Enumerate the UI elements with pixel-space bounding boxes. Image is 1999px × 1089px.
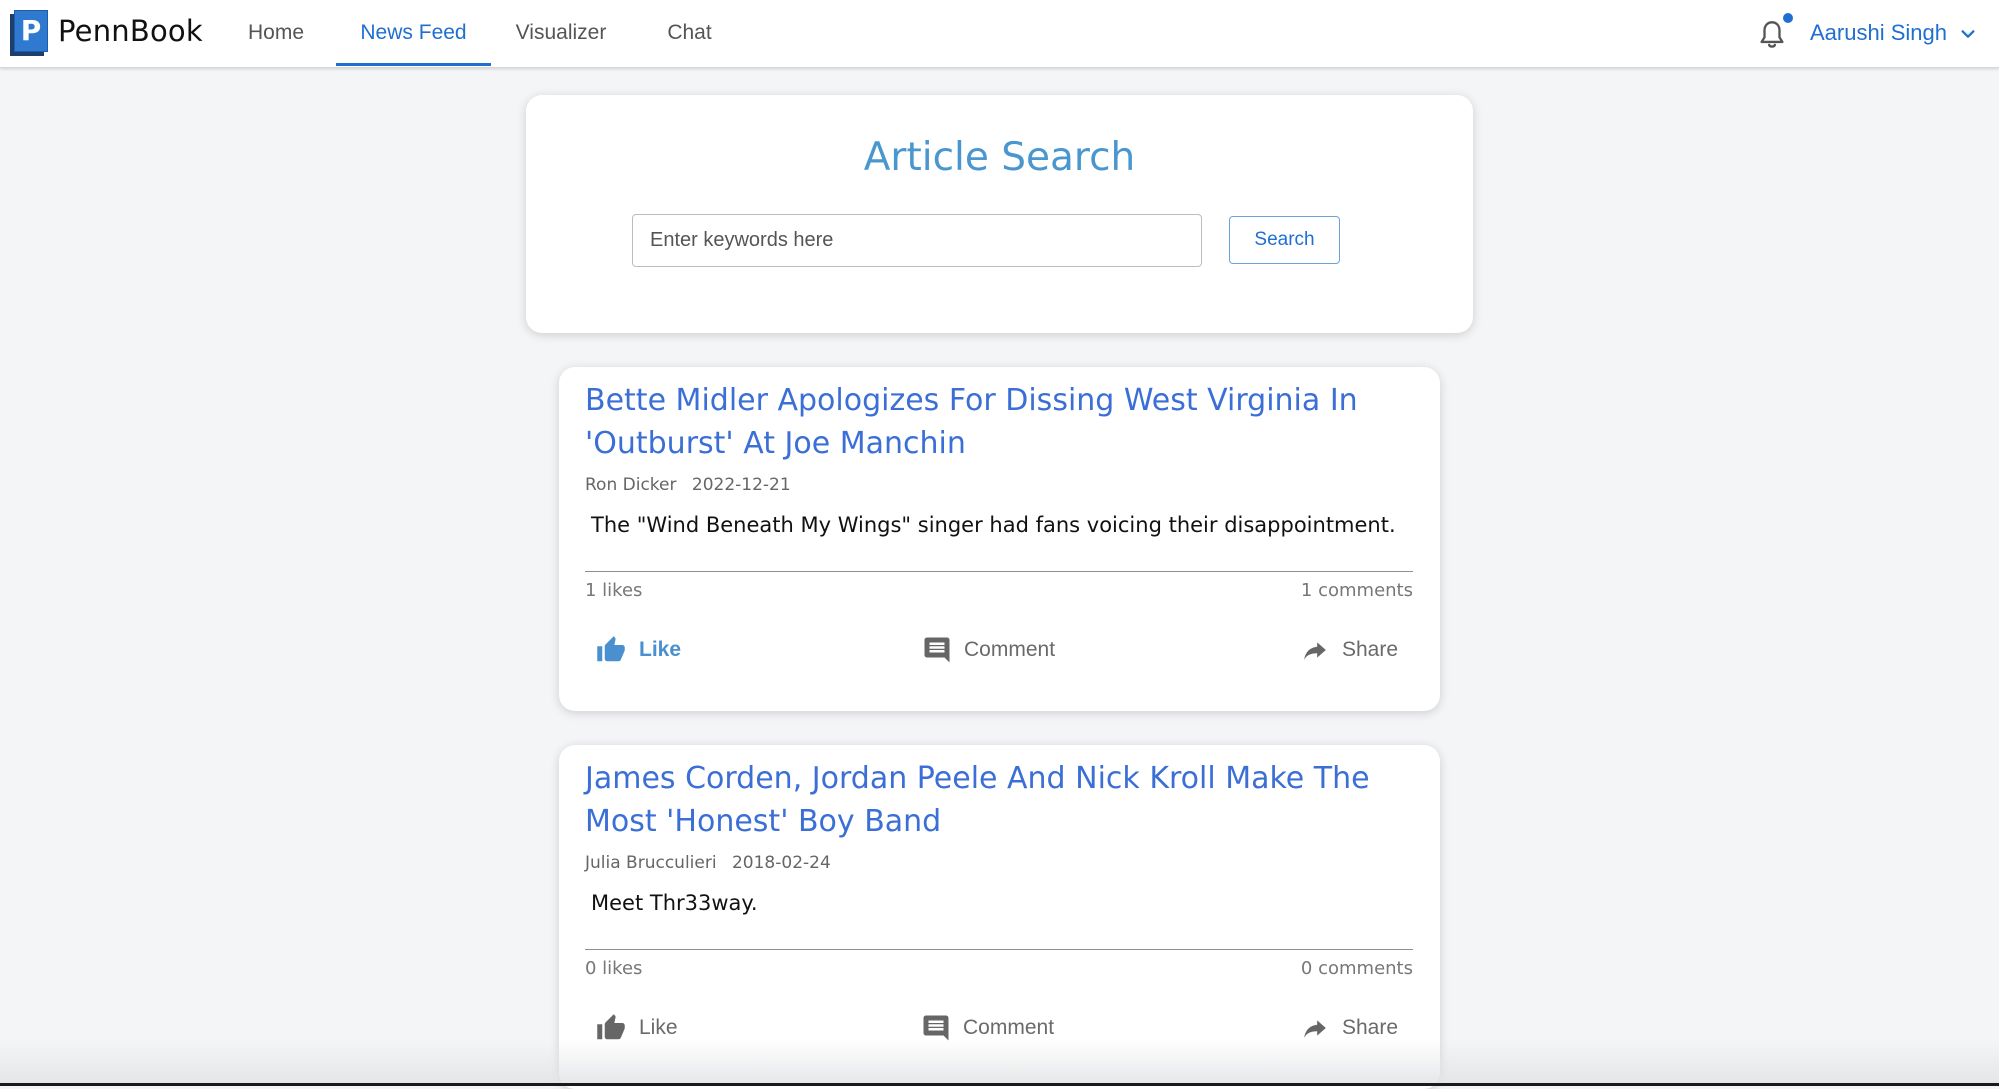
comments-count: 0 comments [1300,958,1413,979]
comment-icon [923,1015,949,1041]
bottom-shadow [0,1040,1999,1086]
pennbook-logo-icon[interactable]: P [10,10,48,56]
comment-label: Comment [964,638,1056,661]
search-input[interactable] [632,214,1202,267]
likes-count: 0 likes [585,958,643,979]
share-label: Share [1342,638,1399,661]
thumbs-up-icon [597,1014,625,1040]
comment-button[interactable]: Comment [922,632,1055,668]
article-search-card: Article Search Search [526,95,1473,333]
search-title: Article Search [863,135,1136,180]
notification-dot [1783,13,1793,23]
article-meta: Julia Brucculieri 2018-02-24 [585,853,831,873]
chevron-down-icon [1961,30,1975,39]
notification-bell-icon[interactable] [1758,20,1786,50]
share-arrow-icon [1304,1020,1326,1038]
comment-label: Comment [963,1016,1055,1039]
article-card: James Corden, Jordan Peele And Nick Krol… [559,745,1440,1089]
article-description: The "Wind Beneath My Wings" singer had f… [591,513,1396,537]
article-meta: Ron Dicker 2022-12-21 [585,475,791,495]
article-description: Meet Thr33way. [591,891,758,915]
user-menu[interactable]: Aarushi Singh [1810,0,1977,66]
brand-name[interactable]: PennBook [58,14,203,48]
tab-chat[interactable]: Chat [652,0,727,66]
divider [585,949,1413,950]
tab-home[interactable]: Home [230,0,322,66]
comment-icon [924,637,950,663]
logo-letter: P [14,10,48,52]
tab-visualizer[interactable]: Visualizer [500,0,622,66]
article-title[interactable]: Bette Midler Apologizes For Dissing West… [585,379,1415,465]
tab-news-feed[interactable]: News Feed [336,0,491,66]
article-date: 2022-12-21 [691,475,791,495]
article-card: Bette Midler Apologizes For Dissing West… [559,367,1440,711]
article-author: Julia Brucculieri [585,853,717,873]
top-navbar: P PennBook Home News Feed Visualizer Cha… [0,0,1999,68]
like-label: Like [639,638,682,661]
comments-count: 1 comments [1300,580,1413,601]
like-label: Like [639,1016,678,1039]
thumbs-up-icon [597,636,625,662]
share-label: Share [1342,1016,1399,1039]
user-name: Aarushi Singh [1810,20,1947,45]
search-button[interactable]: Search [1229,216,1340,264]
article-title[interactable]: James Corden, Jordan Peele And Nick Krol… [585,757,1415,843]
share-arrow-icon [1304,642,1326,660]
article-date: 2018-02-24 [731,853,831,873]
share-button[interactable]: Share [1300,632,1398,668]
divider [585,571,1413,572]
likes-count: 1 likes [585,580,643,601]
like-button[interactable]: Like [595,632,681,668]
article-author: Ron Dicker [585,475,677,495]
